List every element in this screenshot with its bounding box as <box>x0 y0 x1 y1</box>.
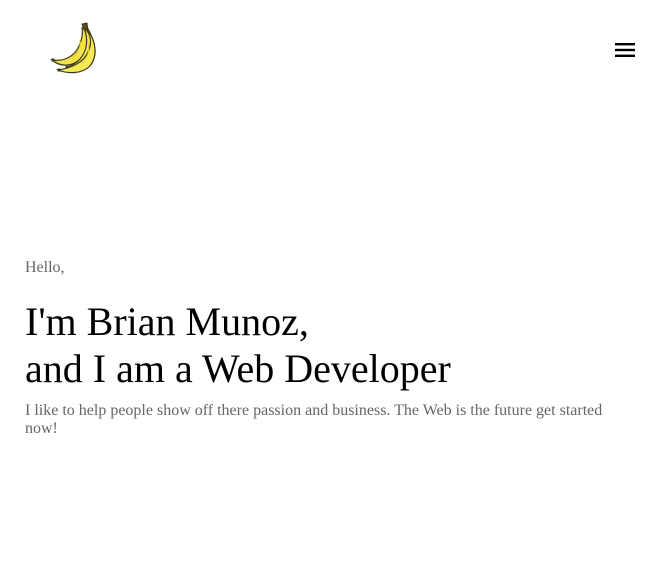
tagline-text: I like to help people show off there pas… <box>25 402 603 437</box>
page-title: I'm Brian Munoz, and I am a Web Develope… <box>25 298 625 392</box>
banana-icon <box>50 22 96 74</box>
site-header <box>0 0 650 100</box>
greeting-text: Hello, <box>25 259 65 276</box>
hamburger-menu-icon <box>615 43 635 57</box>
menu-button[interactable] <box>612 38 638 62</box>
headline-line-1: I'm Brian Munoz, <box>25 299 309 344</box>
hero-section: Hello, I'm Brian Munoz, and I am a Web D… <box>25 258 625 438</box>
logo-link[interactable] <box>46 20 104 78</box>
headline-line-2: and I am a Web Developer <box>25 346 451 391</box>
